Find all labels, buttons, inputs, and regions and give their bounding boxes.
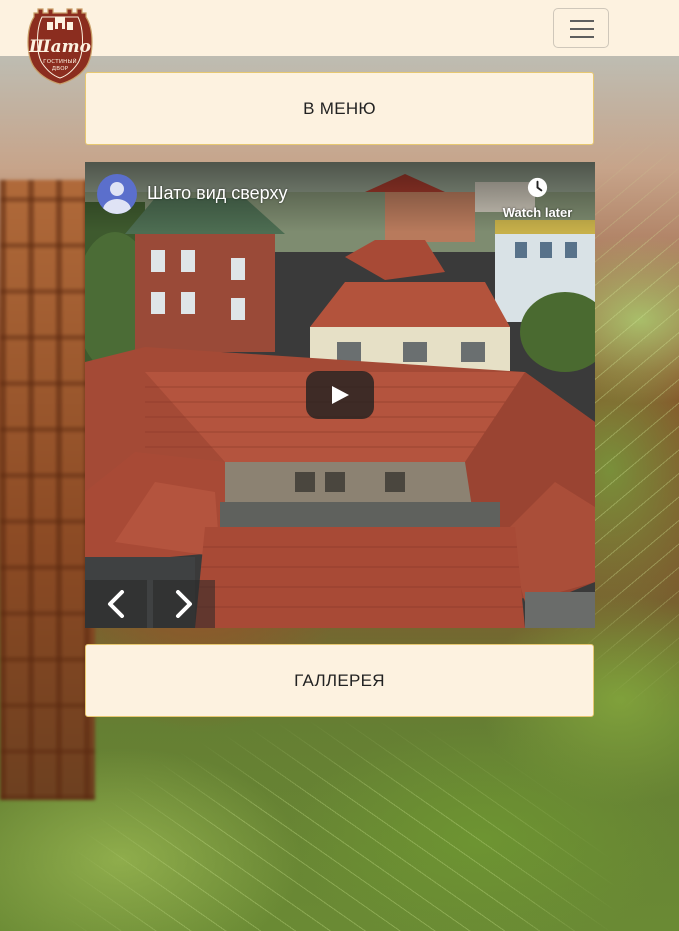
play-button[interactable] — [306, 371, 374, 419]
avatar-head — [110, 182, 124, 196]
logo-title: Шато — [29, 37, 91, 57]
menu-button-label: В МЕНЮ — [303, 98, 376, 118]
menu-toggle-button[interactable] — [553, 8, 609, 48]
hamburger-icon-line — [570, 36, 594, 38]
logo-subtitle-line2: ДВОР — [51, 66, 69, 72]
logo-subtitle-line1: ГОСТИНЫЙ — [43, 59, 77, 65]
video-title[interactable]: Шато вид сверху — [147, 183, 287, 204]
navbar — [0, 0, 679, 56]
gallery-button[interactable]: ГАЛЛЕРЕЯ — [85, 644, 594, 717]
clock-icon — [527, 177, 548, 198]
gallery-button-label: ГАЛЛЕРЕЯ — [294, 670, 385, 690]
play-icon — [332, 386, 349, 404]
hamburger-icon — [570, 20, 594, 22]
avatar-shoulders — [103, 199, 131, 214]
video-carousel: Шато вид сверху Watch later — [85, 162, 595, 628]
chevron-left-icon — [108, 590, 124, 618]
watch-later-label: Watch later — [502, 205, 573, 220]
carousel-next-button[interactable] — [153, 580, 215, 628]
site-logo[interactable]: Шато ГОСТИНЫЙ ДВОР — [24, 3, 96, 85]
carousel-prev-button[interactable] — [85, 580, 147, 628]
channel-avatar[interactable] — [97, 174, 137, 214]
hamburger-icon-line — [570, 28, 594, 30]
logo-subtitle: ГОСТИНЫЙ ДВОР — [24, 59, 96, 73]
watch-later-button[interactable]: Watch later — [495, 174, 580, 224]
menu-button[interactable]: В МЕНЮ — [85, 72, 594, 145]
chevron-right-icon — [176, 590, 192, 618]
